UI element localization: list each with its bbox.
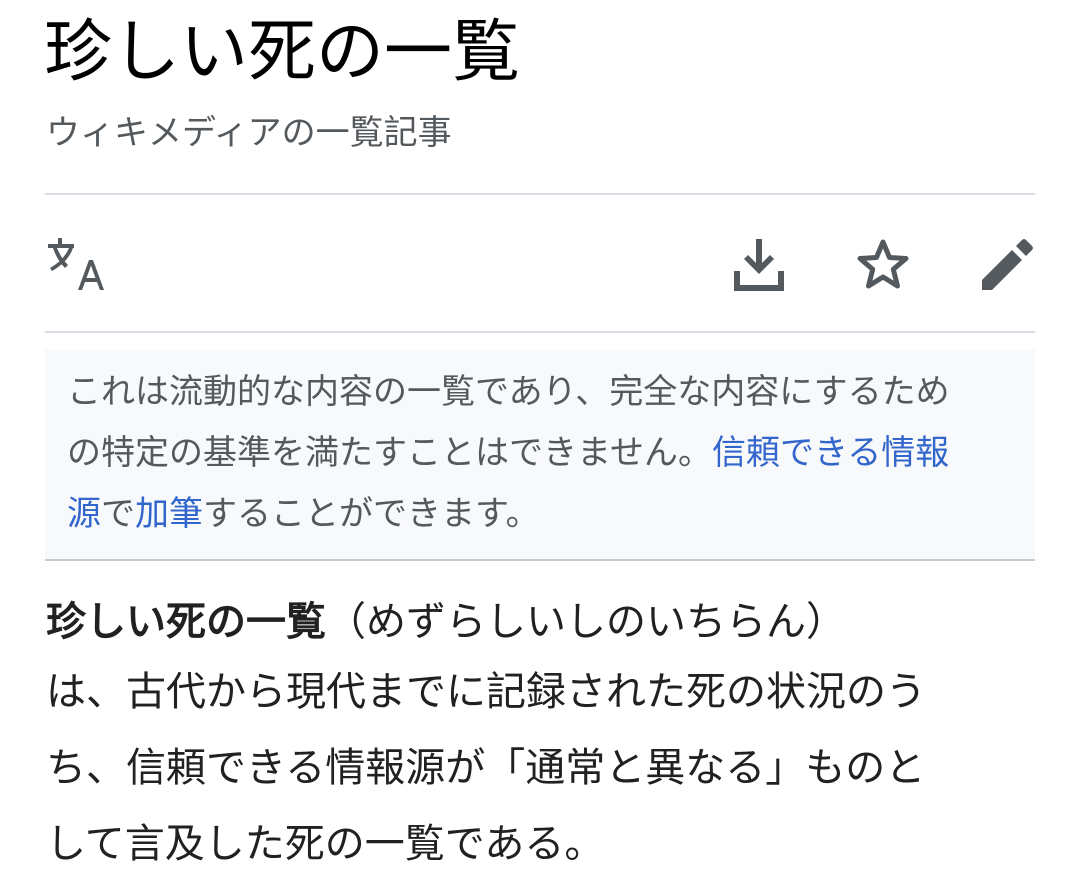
article-term: 珍しい死の一覧 — [46, 599, 326, 645]
article-reading: （めずらしいしのいちらん） — [326, 599, 846, 645]
pencil-icon — [982, 239, 1033, 290]
article-body: 珍しい死の一覧（めずらしいしのいちらん） は、古代から現代までに記録された死の状… — [46, 590, 1046, 882]
page-subtitle: ウィキメディアの一覧記事 — [46, 113, 452, 153]
list-notice-box: これは流動的な内容の一覧であり、完全な内容にするため の特定の基準を満たすことは… — [45, 350, 1035, 561]
download-icon — [734, 239, 784, 291]
language-button[interactable] — [40, 232, 110, 296]
edit-button[interactable] — [972, 230, 1042, 300]
article-line-4: して言及した死の一覧である。 — [46, 821, 605, 867]
download-button[interactable] — [724, 230, 794, 300]
toolbar-top-divider — [45, 193, 1035, 195]
notice-text: の特定の基準を満たすことはできません。 — [67, 433, 712, 473]
page-title: 珍しい死の一覧 — [44, 13, 521, 92]
notice-text: で — [101, 494, 135, 534]
reliable-sources-link[interactable]: 信頼できる情報 — [712, 433, 949, 473]
star-icon — [857, 239, 909, 289]
notice-line-1: これは流動的な内容の一覧であり、完全な内容にするため — [67, 372, 950, 412]
article-line-2: は、古代から現代までに記録された死の状況のう — [46, 669, 926, 715]
watch-star-button[interactable] — [848, 230, 918, 300]
toolbar-bottom-divider — [45, 331, 1035, 333]
article-line-1: 珍しい死の一覧（めずらしいしのいちらん） — [46, 590, 1046, 654]
notice-line-2: の特定の基準を満たすことはできません。信頼できる情報 — [67, 423, 1015, 484]
reliable-sources-link-cont[interactable]: 源 — [67, 494, 101, 534]
translate-icon — [48, 238, 104, 290]
add-content-link[interactable]: 加筆 — [135, 494, 203, 534]
notice-line-3: 源で加筆することができます。 — [67, 484, 1015, 545]
notice-text: することができます。 — [203, 494, 540, 534]
article-line-3: ち、信頼できる情報源が「通常と異なる」ものと — [46, 745, 926, 791]
